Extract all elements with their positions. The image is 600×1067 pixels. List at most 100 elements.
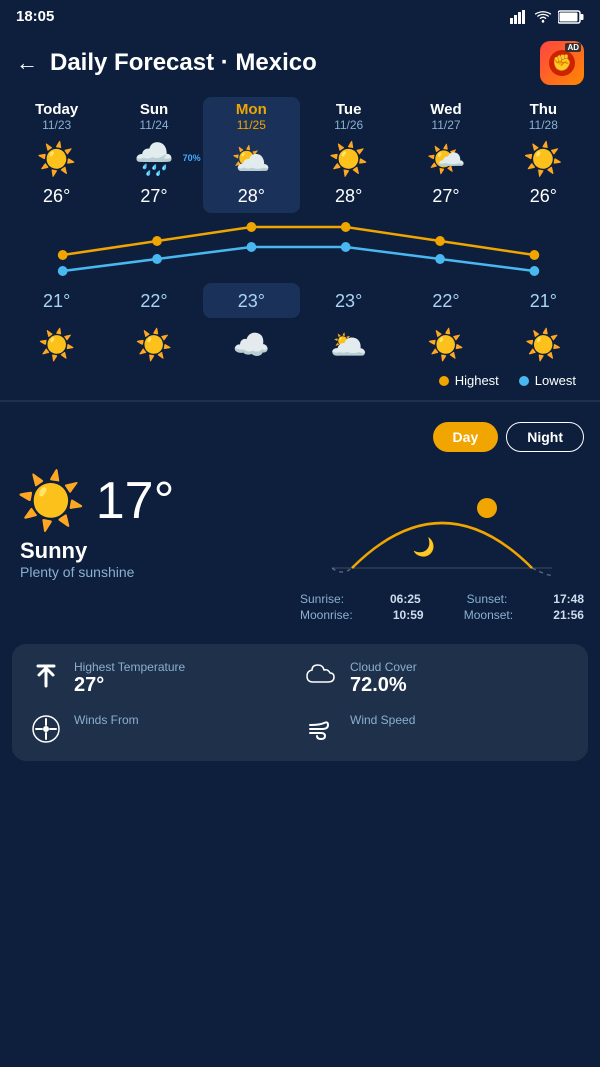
day-night-toggle: Day Night xyxy=(16,422,584,452)
detail-winds-from: Winds From xyxy=(28,713,296,745)
day-icon-4: ☀️ xyxy=(397,322,494,369)
low-temp-col-1: 22° xyxy=(105,283,202,318)
day-col-4[interactable]: Wed 11/27 🌤️ 27° xyxy=(397,97,494,213)
day-name: Today xyxy=(35,101,78,118)
day-col-2[interactable]: Mon 11/25 ⛅ 28° xyxy=(203,97,300,213)
low-temp: 22° xyxy=(140,291,167,312)
low-temp: 21° xyxy=(43,291,70,312)
high-temp: 26° xyxy=(43,186,70,207)
day-icon-1: ☀️ xyxy=(105,322,202,369)
current-condition: Sunny xyxy=(16,538,300,564)
low-temp: 22° xyxy=(432,291,459,312)
signal-icon xyxy=(510,10,528,24)
highest-temp-val: 27° xyxy=(74,674,185,697)
detail-highest-temp: Highest Temperature 27° xyxy=(28,660,296,697)
day-date: 11/25 xyxy=(237,118,266,132)
day-icons-row: ☀️☀️☁️🌥️☀️☀️ xyxy=(8,322,592,369)
wind-speed-icon xyxy=(304,713,340,745)
ad-badge: ✊ xyxy=(540,41,584,85)
low-temp: 23° xyxy=(335,291,362,312)
cloud-icon xyxy=(304,660,340,688)
svg-text:🌙: 🌙 xyxy=(413,536,435,558)
temp-row: ☀️ 17° xyxy=(16,468,300,534)
high-temp: 27° xyxy=(432,186,459,207)
high-temp: 27° xyxy=(140,186,167,207)
header: ← Daily Forecast · Mexico ✊ xyxy=(0,33,600,97)
low-temp-col-2: 23° xyxy=(203,283,300,318)
details-card: Highest Temperature 27° Cloud Cover 72.0… xyxy=(12,644,588,761)
current-weather-icon: ☀️ xyxy=(16,468,86,534)
low-temp-grid: 21° 22° 23° 23° 22° 21° xyxy=(8,283,592,318)
day-date: 11/28 xyxy=(529,118,558,132)
cloud-cover-label: Cloud Cover xyxy=(350,660,417,674)
sunrise-row: Sunrise: 06:25 Sunset: 17:48 xyxy=(300,592,584,606)
forecast-section: Today 11/23 ☀️ 26° Sun 11/24 🌧️ 70% 27° … xyxy=(0,97,600,396)
detail-wind-speed: Wind Speed xyxy=(304,713,572,745)
legend: Highest Lowest xyxy=(8,369,592,396)
high-temp: 26° xyxy=(530,186,557,207)
low-temp-col-0: 21° xyxy=(8,283,105,318)
current-temp: 17° xyxy=(96,471,175,531)
sunrise-val: 06:25 xyxy=(390,592,421,606)
day-night-section: Day Night ☀️ 17° Sunny Plenty of sunshin… xyxy=(0,406,600,632)
cloud-cover-val: 72.0% xyxy=(350,674,417,697)
weather-icon: ⛅ xyxy=(230,138,272,180)
day-date: 11/23 xyxy=(42,118,71,132)
high-temp: 28° xyxy=(238,186,265,207)
wifi-icon xyxy=(534,10,552,24)
sunset-val: 17:48 xyxy=(553,592,584,606)
current-right: 🌙 Sunrise: 06:25 Sunset: 17:48 Moonrise:… xyxy=(300,468,584,624)
winds-from-label: Winds From xyxy=(74,713,139,727)
wind-speed-info: Wind Speed xyxy=(350,713,415,727)
day-col-5[interactable]: Thu 11/28 ☀️ 26° xyxy=(495,97,592,213)
sunrise-label: Sunrise: xyxy=(300,592,344,606)
weather-icon: ☀️ xyxy=(522,138,564,180)
day-col-1[interactable]: Sun 11/24 🌧️ 70% 27° xyxy=(105,97,202,213)
day-icon-0: ☀️ xyxy=(8,322,105,369)
legend-lowest: Lowest xyxy=(519,373,576,388)
battery-icon xyxy=(558,10,584,24)
moonrise-label: Moonrise: xyxy=(300,608,353,622)
day-name: Mon xyxy=(236,101,267,118)
header-left: ← Daily Forecast · Mexico xyxy=(16,49,317,77)
current-left: ☀️ 17° Sunny Plenty of sunshine xyxy=(16,468,300,580)
wind-direction-icon xyxy=(28,713,64,745)
detail-cloud-cover: Cloud Cover 72.0% xyxy=(304,660,572,697)
day-name: Thu xyxy=(530,101,558,118)
legend-highest: Highest xyxy=(439,373,499,388)
moon-row: Moonrise: 10:59 Moonset: 21:56 xyxy=(300,608,584,622)
day-date: 11/26 xyxy=(334,118,363,132)
highest-dot xyxy=(439,376,449,386)
highest-label: Highest xyxy=(455,373,499,388)
page-title: Daily Forecast · Mexico xyxy=(50,49,317,77)
day-button[interactable]: Day xyxy=(433,422,499,452)
sun-arc: 🌙 xyxy=(332,468,552,588)
sun-times: Sunrise: 06:25 Sunset: 17:48 Moonrise: 1… xyxy=(300,592,584,624)
app-icon: ✊ xyxy=(549,50,575,76)
status-bar: 18:05 xyxy=(0,0,600,33)
back-button[interactable]: ← xyxy=(16,50,38,76)
forecast-grid: Today 11/23 ☀️ 26° Sun 11/24 🌧️ 70% 27° … xyxy=(8,97,592,213)
section-divider xyxy=(0,400,600,402)
current-weather: ☀️ 17° Sunny Plenty of sunshine xyxy=(16,468,584,624)
day-col-3[interactable]: Tue 11/26 ☀️ 28° xyxy=(300,97,397,213)
up-arrow-icon xyxy=(28,660,64,692)
day-icon-2: ☁️ xyxy=(203,322,300,369)
night-button[interactable]: Night xyxy=(506,422,584,452)
day-col-0[interactable]: Today 11/23 ☀️ 26° xyxy=(8,97,105,213)
current-desc: Plenty of sunshine xyxy=(16,564,300,580)
low-temp-col-4: 22° xyxy=(397,283,494,318)
moonset-val: 21:56 xyxy=(553,608,584,622)
day-date: 11/24 xyxy=(139,118,168,132)
moonrise-val: 10:59 xyxy=(393,608,424,622)
day-icon-3: 🌥️ xyxy=(300,322,397,369)
low-temp-col-5: 21° xyxy=(495,283,592,318)
weather-icon: 🌧️ xyxy=(133,138,175,180)
wind-speed-label: Wind Speed xyxy=(350,713,415,727)
weather-icon: ☀️ xyxy=(36,138,78,180)
cloud-cover-info: Cloud Cover 72.0% xyxy=(350,660,417,697)
rain-percent: 70% xyxy=(183,153,201,163)
day-name: Wed xyxy=(430,101,461,118)
low-temp-col-3: 23° xyxy=(300,283,397,318)
high-temp: 28° xyxy=(335,186,362,207)
